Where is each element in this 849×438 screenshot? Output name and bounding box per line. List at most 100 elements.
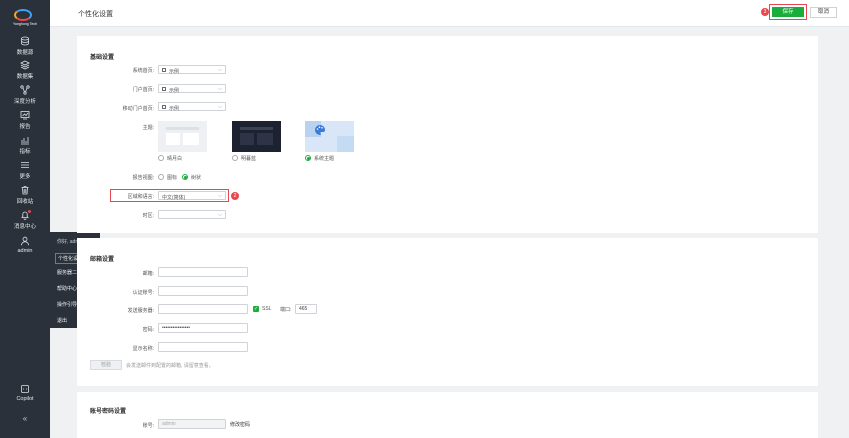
nav-label: 数据集 bbox=[16, 74, 34, 80]
analysis-icon bbox=[20, 85, 30, 95]
step-marker-3: 3 bbox=[761, 8, 769, 16]
display-name-label: 显示名称: bbox=[132, 346, 154, 352]
report-view-radio-tree[interactable] bbox=[182, 174, 188, 180]
select-value: 示例 bbox=[169, 105, 180, 112]
nav-item-analysis[interactable]: 深度分析 bbox=[0, 85, 50, 109]
account-input: admin bbox=[158, 419, 226, 429]
password-label: 密码: bbox=[142, 327, 154, 333]
nav-label: 回收站 bbox=[16, 199, 34, 205]
mobile-home-label: 移动门户首页: bbox=[122, 106, 154, 112]
chevron-down-icon: ⌵ bbox=[218, 66, 222, 73]
system-home-select[interactable]: 示例 ⌵ bbox=[158, 65, 226, 75]
theme-radio-system[interactable] bbox=[305, 155, 311, 161]
cancel-button[interactable]: 取消 bbox=[810, 7, 837, 18]
ssl-label: SSL bbox=[262, 306, 272, 312]
report-icon bbox=[20, 111, 30, 120]
chevron-down-icon: ⌵ bbox=[218, 192, 222, 199]
nav-item-metric[interactable]: 指标 bbox=[0, 135, 50, 159]
nav-item-report[interactable]: 报告 bbox=[0, 110, 50, 134]
menu-item-help-center[interactable]: 帮助中心 bbox=[57, 285, 77, 292]
section-title-mail: 邮箱设置 bbox=[90, 257, 115, 263]
dataset-icon bbox=[20, 60, 30, 70]
page-title: 个性化设置 bbox=[78, 11, 113, 18]
theme-label: 主题: bbox=[142, 125, 154, 131]
copilot-button[interactable]: Copilot bbox=[0, 384, 50, 408]
test-mail-button[interactable]: 检验 bbox=[90, 360, 122, 370]
collapse-sidebar-icon[interactable]: « bbox=[0, 414, 50, 423]
report-icon bbox=[162, 67, 166, 72]
nav-label: admin bbox=[17, 248, 33, 254]
nav-item-messages[interactable]: 消息中心 bbox=[0, 210, 50, 234]
report-view-option-label: 图标 bbox=[167, 175, 178, 181]
account-label: 账号: bbox=[142, 423, 154, 429]
smtp-server-label: 发送服务器: bbox=[127, 308, 154, 314]
nav-label: 报告 bbox=[19, 124, 31, 130]
email-input[interactable] bbox=[158, 267, 248, 277]
display-name-input[interactable] bbox=[158, 342, 248, 352]
system-home-label: 系统首页: bbox=[132, 68, 154, 74]
account-settings-card: 账号密码设置 账号: admin 修改密码 bbox=[77, 392, 818, 438]
email-label: 邮箱: bbox=[142, 271, 154, 277]
user-icon bbox=[21, 236, 29, 246]
section-title-basic: 基础设置 bbox=[90, 55, 115, 61]
theme-preview-system[interactable] bbox=[305, 121, 354, 152]
port-label: 端口: bbox=[280, 307, 292, 313]
theme-radio-dark[interactable] bbox=[232, 155, 238, 161]
save-button[interactable]: 保存 bbox=[772, 7, 804, 17]
nav-item-more[interactable]: 更多 bbox=[0, 160, 50, 184]
nav-item-datasource[interactable]: 数据源 bbox=[0, 36, 50, 60]
brand-logo[interactable]: Yonghong Tech bbox=[6, 9, 44, 29]
database-icon bbox=[21, 36, 29, 46]
menu-icon bbox=[21, 162, 29, 168]
nav-label: 指标 bbox=[19, 149, 31, 155]
change-password-link[interactable]: 修改密码 bbox=[230, 421, 250, 428]
nav-item-dataset[interactable]: 数据集 bbox=[0, 60, 50, 84]
port-input[interactable]: 465 bbox=[295, 304, 317, 314]
nav-item-trash[interactable]: 回收站 bbox=[0, 185, 50, 209]
smtp-server-input[interactable] bbox=[158, 304, 248, 314]
report-view-label: 报告视图: bbox=[132, 175, 154, 181]
nav-label: 数据源 bbox=[16, 50, 34, 56]
auth-account-input[interactable] bbox=[158, 286, 248, 296]
report-icon bbox=[162, 104, 166, 109]
select-value: 中文(简体) bbox=[162, 194, 186, 201]
section-title-account: 账号密码设置 bbox=[90, 409, 127, 415]
theme-radio-light[interactable] bbox=[158, 155, 164, 161]
logo-text: Yonghong Tech bbox=[13, 22, 37, 26]
auth-account-label: 认证账号: bbox=[132, 290, 154, 296]
logo-icon bbox=[14, 9, 32, 21]
sidebar: Yonghong Tech 数据源 数据集 深度分析 报告 指标 更多 回收站 … bbox=[0, 0, 50, 438]
password-input[interactable]: •••••••••••••••• bbox=[158, 323, 248, 333]
timezone-select[interactable]: ⌵ bbox=[158, 210, 226, 219]
report-view-radio-icon[interactable] bbox=[158, 174, 164, 180]
nav-label: 深度分析 bbox=[13, 99, 36, 105]
select-value: 示例 bbox=[169, 68, 180, 75]
basic-settings-card: 基础设置 系统首页: 示例 ⌵ 门户首页: 示例 ⌵ 移动门户首页: 示例 ⌵ … bbox=[77, 36, 818, 233]
unread-dot bbox=[28, 210, 31, 213]
theme-preview-dark[interactable] bbox=[232, 121, 281, 152]
top-bar: 个性化设置 保存 取消 bbox=[50, 0, 849, 27]
theme-option-label: 明暮蓝 bbox=[241, 156, 257, 162]
theme-option-label: 系统主题 bbox=[314, 156, 335, 162]
metric-icon bbox=[21, 137, 29, 145]
menu-item-logout[interactable]: 退出 bbox=[57, 317, 67, 324]
chevron-down-icon: ⌵ bbox=[218, 103, 222, 110]
copilot-icon bbox=[21, 385, 29, 393]
mail-settings-card: 邮箱设置 邮箱: 认证账号: 发送服务器: ✓ SSL 端口: 465 密码: … bbox=[77, 238, 818, 386]
test-mail-hint: 会发送邮件到配置的邮箱, 请留意查看。 bbox=[126, 363, 214, 369]
ssl-checkbox[interactable]: ✓ bbox=[253, 306, 259, 312]
nav-item-user[interactable]: admin bbox=[0, 236, 50, 260]
theme-option-label: 晴月白 bbox=[167, 156, 183, 162]
timezone-label: 时区: bbox=[142, 213, 154, 219]
report-icon bbox=[162, 86, 166, 91]
portal-home-select[interactable]: 示例 ⌵ bbox=[158, 84, 226, 94]
mobile-home-select[interactable]: 示例 ⌵ bbox=[158, 102, 226, 112]
save-highlight: 保存 bbox=[769, 4, 807, 20]
theme-preview-light[interactable] bbox=[158, 121, 207, 152]
chevron-down-icon: ⌵ bbox=[218, 85, 222, 92]
menu-item-guide[interactable]: 操作引导 bbox=[57, 301, 77, 308]
trash-icon bbox=[21, 186, 29, 195]
nav-label: 更多 bbox=[19, 174, 31, 180]
locale-select[interactable]: 中文(简体) ⌵ bbox=[158, 191, 226, 201]
portal-home-label: 门户首页: bbox=[132, 87, 154, 93]
